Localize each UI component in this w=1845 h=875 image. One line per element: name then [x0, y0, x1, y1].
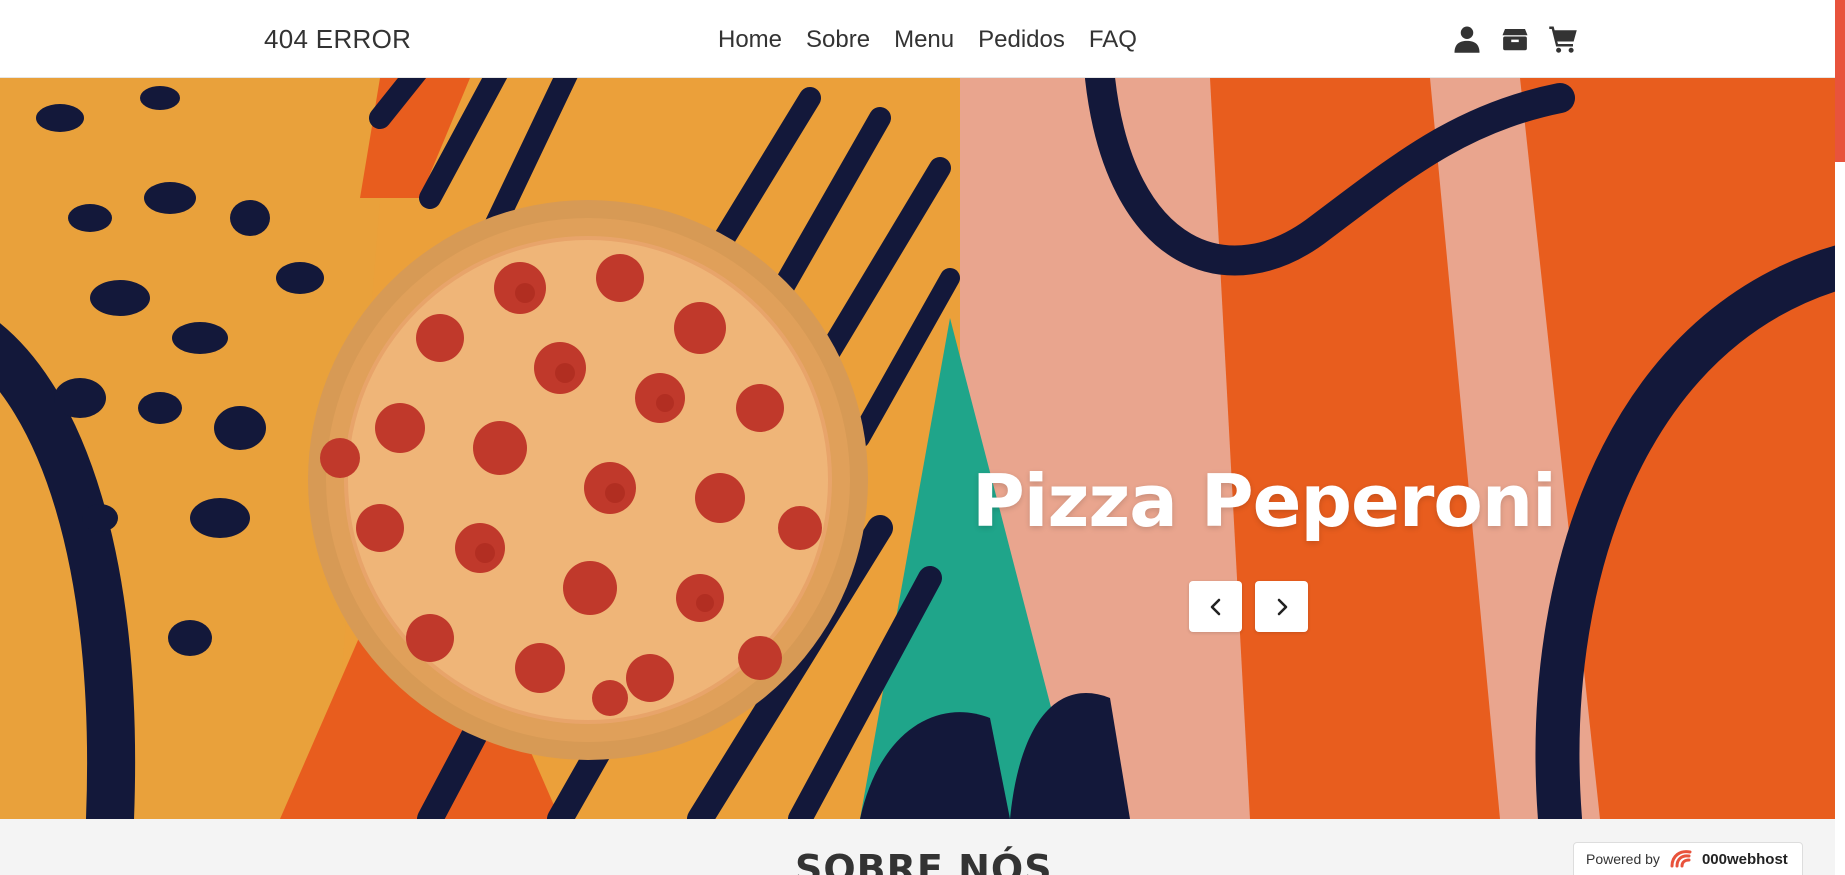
scrollbar-thumb[interactable] — [1835, 0, 1845, 162]
carousel-prev-button[interactable] — [1189, 581, 1242, 632]
brand-logo[interactable]: 404 ERROR — [264, 24, 411, 55]
about-title: SOBRE NÓS — [795, 847, 1053, 875]
powered-by-brand: 000webhost — [1701, 850, 1788, 868]
scrollbar[interactable] — [1835, 0, 1845, 875]
box-icon[interactable] — [1500, 24, 1530, 54]
hero-background — [0, 78, 1835, 819]
powered-by-badge[interactable]: Powered by 000webhost — [1573, 842, 1803, 875]
navbar: 404 ERROR Home Sobre Menu Pedidos FAQ — [0, 0, 1835, 78]
about-section: SOBRE NÓS — [0, 819, 1835, 875]
nav-link-home[interactable]: Home — [718, 26, 782, 54]
user-icon[interactable] — [1452, 24, 1482, 54]
nav-link-sobre[interactable]: Sobre — [806, 26, 870, 54]
webhost-logo-icon — [1670, 850, 1692, 868]
nav-link-pedidos[interactable]: Pedidos — [978, 26, 1065, 54]
cart-icon[interactable] — [1548, 24, 1578, 54]
nav-link-faq[interactable]: FAQ — [1089, 26, 1137, 54]
nav-icons — [1452, 24, 1578, 54]
powered-by-label: Powered by — [1586, 851, 1660, 867]
hero-carousel: Pizza Peperoni — [0, 78, 1835, 819]
nav-links: Home Sobre Menu Pedidos FAQ — [718, 26, 1137, 54]
carousel-next-button[interactable] — [1255, 581, 1308, 632]
nav-link-menu[interactable]: Menu — [894, 26, 954, 54]
chevron-right-icon — [1277, 598, 1287, 615]
chevron-left-icon — [1210, 598, 1220, 615]
hero-title: Pizza Peperoni — [972, 459, 1557, 543]
